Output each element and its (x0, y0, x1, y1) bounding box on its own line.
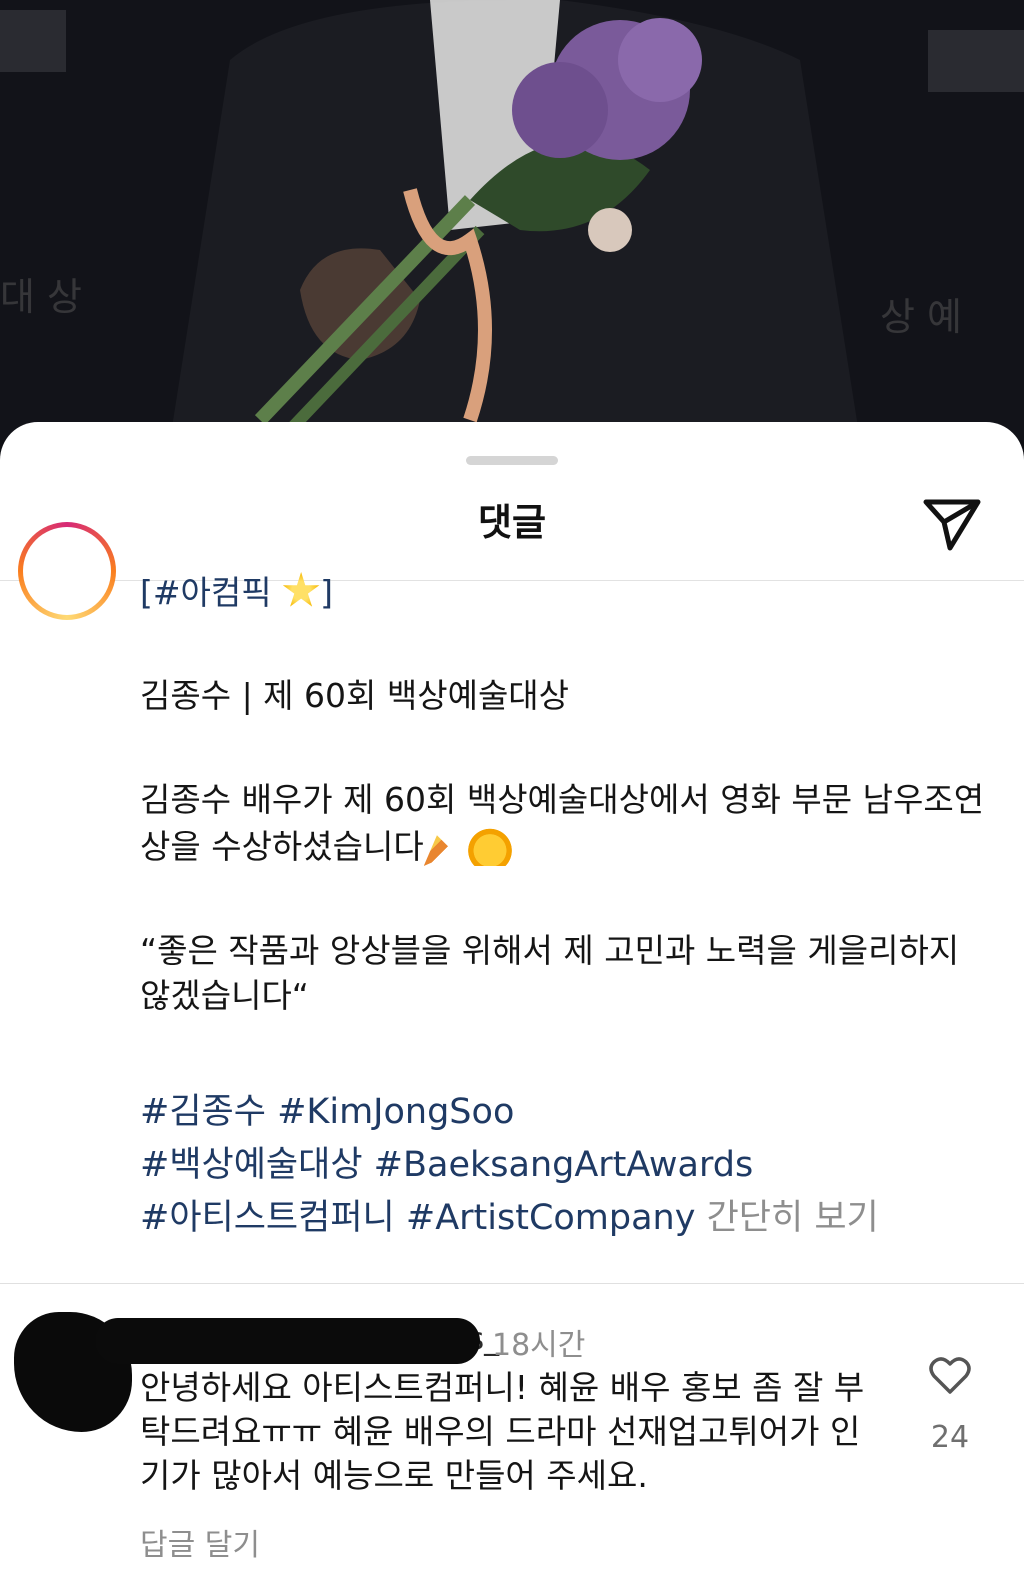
see-less-link[interactable]: 간단히 보기 (707, 1198, 879, 1238)
comments-divider (0, 1283, 1024, 1284)
comments-sheet: 댓글 [#아컴픽 ] 김종수 | 제 60회 백상예술대상 김종수 배우가 제 … (0, 422, 1024, 1591)
sheet-title: 댓글 (477, 501, 547, 544)
caption-line-3: “좋은 작품과 앙상블을 위해서 제 고민과 노력을 게을리하지 않겠습니다“ (140, 931, 960, 1015)
caption-line-2-text: 김종수 배우가 제 60회 백상예술대상에서 영화 부문 남우조연상을 수상하셨… (140, 780, 985, 866)
hashtag-link[interactable]: #ArtistCompany (406, 1198, 696, 1238)
svg-text:대 상: 대 상 (0, 275, 82, 319)
caption-title-text: [#아컴픽 (140, 573, 283, 612)
comment-text: 안녕하세요 아티스트컴퍼니! 혜윤 배우 홍보 좀 잘 부탁드려요ㅠㅠ 혜윤 배… (140, 1368, 865, 1495)
hashtag-link[interactable]: #아티스트컴퍼니 (140, 1198, 395, 1238)
author-avatar[interactable] (18, 522, 116, 620)
caption-title: [#아컴픽 ] (140, 570, 990, 615)
hashtag-link[interactable]: #백상예술대상 (140, 1145, 363, 1185)
like-count: 24 (930, 1420, 970, 1455)
reply-button[interactable]: 답글 달기 (140, 1520, 260, 1564)
comment-timestamp: 18시간 (492, 1328, 586, 1363)
star-emoji-icon (282, 572, 320, 607)
caption-title-close: ] (320, 573, 333, 612)
redaction-mark (95, 1318, 480, 1364)
thumbs-up-icon (467, 822, 512, 866)
paper-plane-icon[interactable] (920, 494, 984, 554)
hashtag-link[interactable]: #김종수 (140, 1092, 266, 1132)
svg-text:상 예: 상 예 (880, 295, 962, 339)
party-popper-icon (423, 835, 455, 866)
photo-illustration: 대 상 상 예 (0, 0, 1024, 440)
heart-icon[interactable] (928, 1354, 972, 1396)
caption-line-2: 김종수 배우가 제 60회 백상예술대상에서 영화 부문 남우조연상을 수상하셨… (140, 777, 990, 869)
sheet-drag-handle[interactable] (466, 456, 558, 465)
post-photo-background: 대 상 상 예 (0, 0, 1024, 440)
hashtag-link[interactable]: #BaeksangArtAwards (374, 1145, 754, 1185)
hashtag-link[interactable]: #KimJongSoo (277, 1092, 514, 1132)
hashtag-list: #김종수 #KimJongSoo #백상예술대상 #BaeksangArtAwa… (140, 1086, 1000, 1245)
caption-line-1: 김종수 | 제 60회 백상예술대상 (140, 676, 570, 715)
post-caption: [#아컴픽 ] 김종수 | 제 60회 백상예술대상 김종수 배우가 제 60회… (140, 570, 990, 1018)
